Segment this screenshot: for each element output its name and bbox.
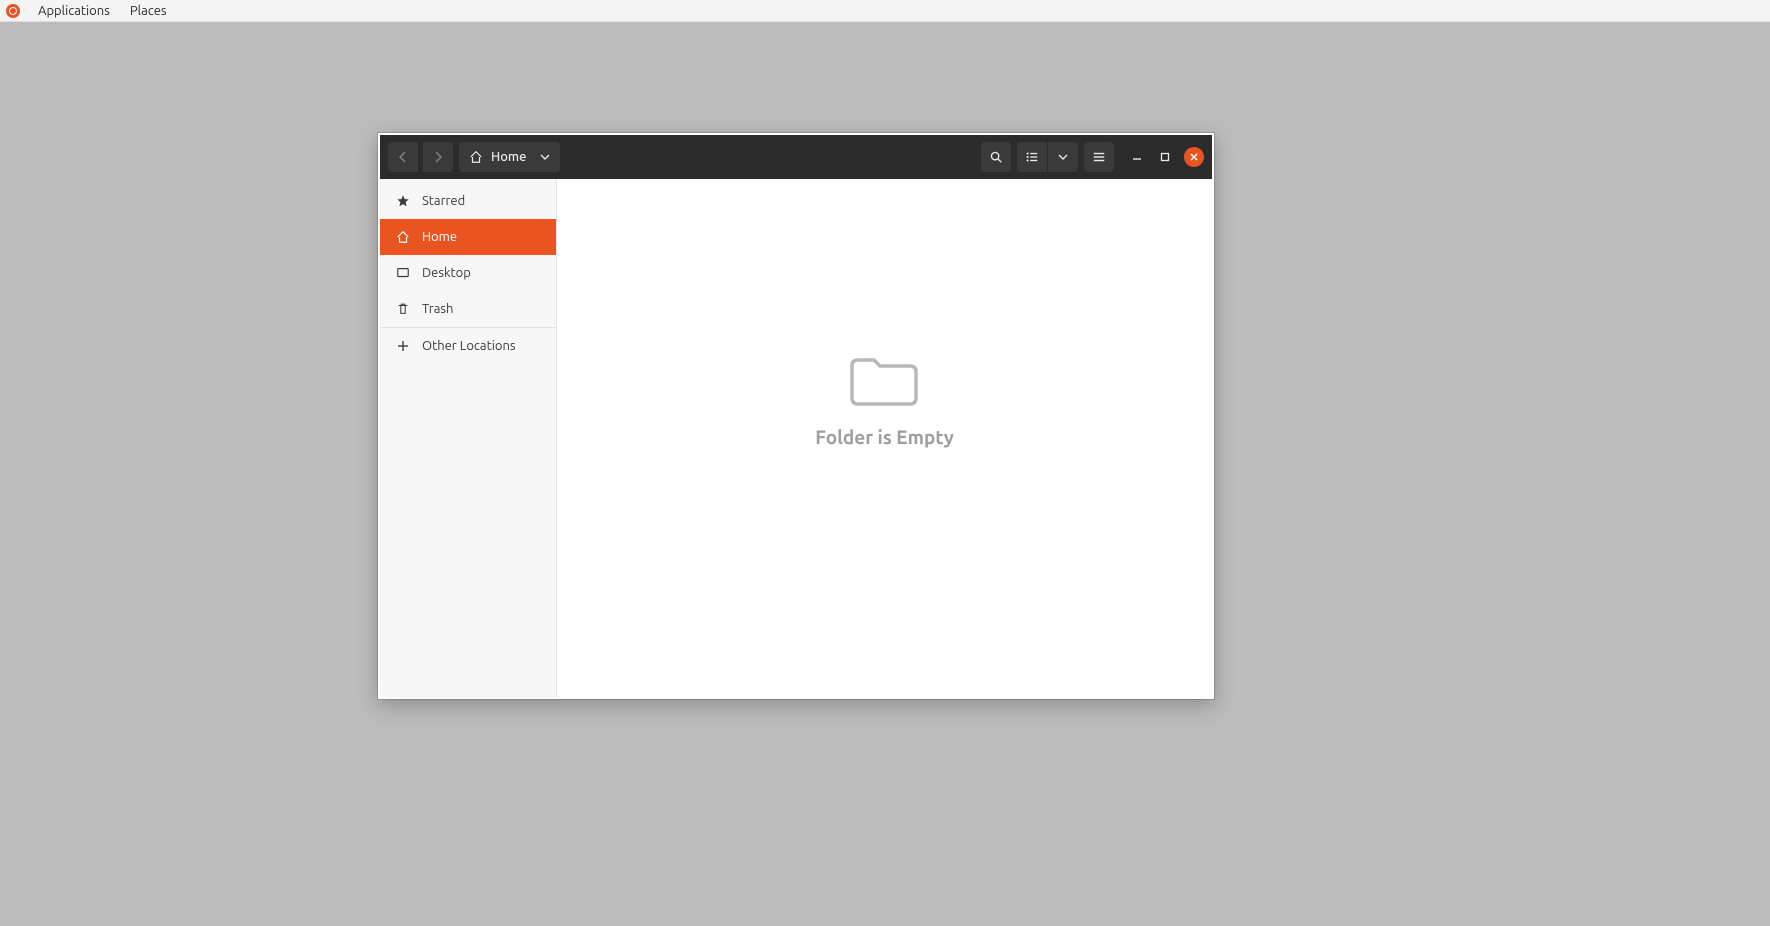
ubuntu-logo-icon [6,4,20,18]
view-controls-group [1017,142,1078,172]
trash-icon [396,302,410,316]
list-view-button[interactable] [1017,142,1047,172]
sidebar-item-desktop[interactable]: Desktop [380,255,556,291]
sidebar-item-trash[interactable]: Trash [380,291,556,327]
sidebar-item-label: Other Locations [422,339,516,353]
home-icon [469,150,483,164]
chevron-left-icon [398,151,408,163]
path-bar[interactable]: Home [459,142,560,172]
maximize-icon [1160,152,1170,162]
list-icon [1025,150,1039,164]
folder-icon [815,348,954,412]
desktop-icon [396,266,410,280]
chevron-right-icon [433,151,443,163]
maximize-button[interactable] [1156,148,1174,166]
system-menu-places[interactable]: Places [120,0,177,21]
sidebar-item-label: Desktop [422,266,471,280]
hamburger-menu-button[interactable] [1084,142,1114,172]
caret-down-icon [1058,153,1068,161]
plus-icon [396,339,410,353]
path-label: Home [491,150,526,164]
sidebar: Starred Home Desktop Trash [380,179,557,697]
sidebar-item-starred[interactable]: Starred [380,183,556,219]
minimize-icon [1132,152,1142,162]
caret-down-icon [540,153,550,161]
window-body: Starred Home Desktop Trash [380,179,1212,697]
empty-state: Folder is Empty [815,348,954,448]
sidebar-item-label: Trash [422,302,453,316]
view-options-button[interactable] [1048,142,1078,172]
sidebar-item-label: Starred [422,194,465,208]
empty-message: Folder is Empty [815,426,954,448]
navigation-group [388,142,453,172]
back-button[interactable] [388,142,418,172]
forward-button[interactable] [423,142,453,172]
file-manager-window: Home [378,133,1214,699]
system-menubar: Applications Places [0,0,1770,22]
close-button[interactable] [1184,147,1204,167]
hamburger-icon [1092,150,1106,164]
content-area[interactable]: Folder is Empty [557,179,1212,697]
system-menu-applications[interactable]: Applications [28,0,120,21]
search-button[interactable] [981,142,1011,172]
minimize-button[interactable] [1128,148,1146,166]
window-controls [1128,147,1204,167]
headerbar: Home [380,135,1212,179]
sidebar-item-other-locations[interactable]: Other Locations [380,328,556,364]
star-icon [396,194,410,208]
home-icon [396,230,410,244]
close-icon [1189,152,1199,162]
sidebar-item-home[interactable]: Home [380,219,556,255]
sidebar-item-label: Home [422,230,457,244]
search-icon [989,150,1003,164]
